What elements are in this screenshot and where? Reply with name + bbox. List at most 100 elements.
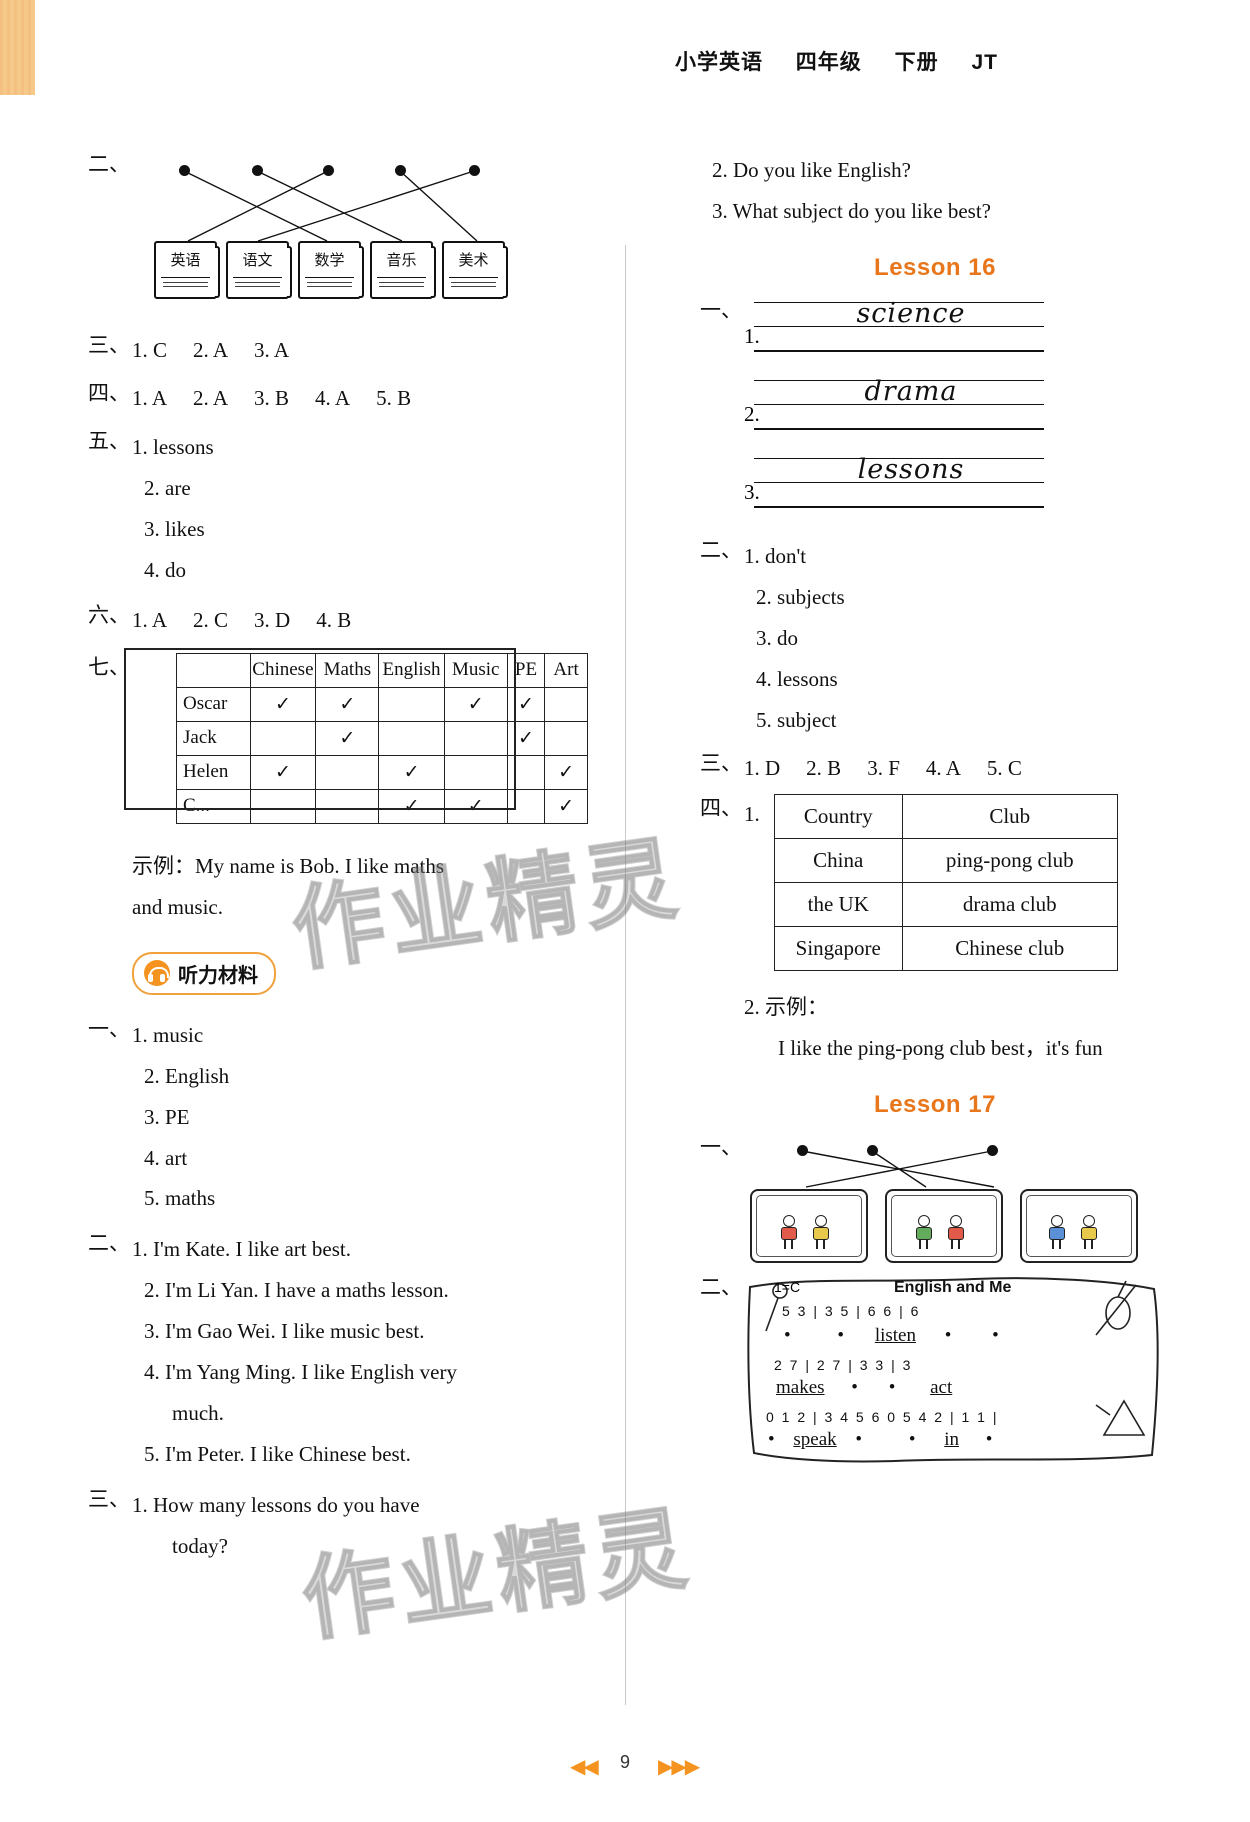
lesson17-ex1-marker: 一、	[700, 1135, 742, 1160]
table-header-cell: Chinese	[249, 652, 317, 688]
table-header-cell	[176, 652, 251, 688]
book-card: 英语	[154, 241, 220, 300]
book-card: 数学	[298, 241, 364, 300]
answer-item: 1. A	[132, 386, 168, 411]
table-row: C... ✓ ✓ ✓	[176, 788, 588, 824]
table-row: Oscar ✓ ✓ ✓ ✓	[176, 686, 588, 722]
table-header-cell: Maths	[315, 652, 380, 688]
listening-material-section: 听力材料	[88, 951, 588, 995]
listening-exercise-1: 一、 1. music 2. English 3. PE 4. art 5. m…	[88, 1015, 588, 1220]
staff-notes-row: 5 3 | 3 5 | 6 6 | 6	[782, 1302, 921, 1319]
table-header-cell: English	[378, 652, 445, 688]
country-club-table: Country Club China ping-pong club the UK…	[773, 794, 1118, 972]
violin-icon	[1095, 1280, 1137, 1336]
answer-item: 3. PE	[144, 1104, 190, 1129]
lyric-dot: •	[888, 1376, 896, 1398]
lyric-dot: •	[855, 1428, 863, 1450]
child-figure	[913, 1214, 935, 1249]
country-cell: Singapore	[773, 926, 903, 972]
picture-card[interactable]	[1020, 1188, 1138, 1263]
table-row: the UK drama club	[773, 882, 1118, 928]
lesson16-exercise-1: 一、 1. science 2. drama 3. lessons	[700, 296, 1170, 530]
exercise-6-answers: 1. A 2. C 3. D 4. B	[132, 601, 377, 641]
row-mark: ✓	[544, 754, 588, 790]
exercise-3-marker: 三、	[88, 333, 130, 358]
answer-item: 3. D	[254, 607, 291, 632]
answer-item: today?	[172, 1533, 228, 1558]
answer-item: 1. don't	[744, 543, 807, 568]
page-header: 小学英语 四年级 下册 JT	[675, 46, 998, 76]
child-figure	[945, 1214, 967, 1249]
book-pages	[377, 277, 426, 291]
lyric-word: speak	[793, 1428, 837, 1450]
lyric-dot: •	[851, 1376, 858, 1398]
match-dot[interactable]	[987, 1144, 998, 1156]
book-label: 音乐	[386, 251, 417, 270]
band-white-area	[35, 0, 1250, 95]
answer-item: 4. A	[315, 386, 351, 411]
staff-notes-row: 0 1 2 | 3 4 5 6 0 5 4 2 | 1 1 |	[766, 1408, 999, 1425]
answer-item: 3. F	[867, 755, 900, 780]
answer-item: 4. I'm Yang Ming. I like English very	[144, 1360, 457, 1385]
exercise-4: 四、 1. A 2. A 3. B 4. A 5. B	[88, 379, 588, 419]
exercise-4-marker: 四、	[88, 381, 130, 406]
handwriting-item: 1. science	[744, 296, 1144, 374]
answer-item: 5. subject	[756, 707, 837, 732]
book-spine	[359, 246, 364, 299]
row-mark	[544, 686, 588, 722]
match-dot[interactable]	[867, 1144, 878, 1156]
lyric-dot: •	[992, 1324, 999, 1346]
answer-item: 1. lessons	[132, 435, 214, 460]
lesson16-ex4-example: 2. 示例： I like the ping-pong club best，it…	[744, 987, 1170, 1069]
table-row: Helen ✓ ✓ ✓	[176, 754, 588, 790]
answer-item: 1. How many lessons do you have	[132, 1493, 420, 1517]
row-mark	[443, 720, 508, 756]
header-grade: 四年级	[795, 51, 862, 74]
row-mark: ✓	[378, 788, 445, 824]
row-mark: ✓	[315, 686, 380, 722]
staff-lyrics-row: • • listen • •	[784, 1325, 999, 1347]
row-mark	[443, 754, 508, 790]
handwritten-word: lessons	[857, 453, 965, 485]
answer-item: 3. What subject do you like best?	[712, 198, 991, 223]
book-label: 英语	[170, 251, 201, 270]
answer-item: 5. maths	[144, 1186, 216, 1211]
listening-exercise-2: 二、 1. I'm Kate. I like art best. 2. I'm …	[88, 1229, 588, 1475]
example-text-line-2: and music.	[132, 894, 223, 919]
exercise-4-answers: 1. A 2. A 3. B 4. A 5. B	[132, 379, 437, 419]
table-row: Singapore Chinese club	[773, 926, 1118, 972]
page-number: 9	[619, 1752, 630, 1772]
book-card: 音乐	[370, 241, 436, 300]
example-text: I like the ping-pong club best，it's fun	[778, 1036, 1103, 1061]
child-figure	[1046, 1214, 1068, 1249]
answer-item: 3. A	[254, 338, 290, 363]
exercise-2-marker: 二、	[88, 152, 130, 176]
answer-item: 1. music	[132, 1022, 204, 1047]
answer-item: 2. A	[193, 386, 229, 411]
song-title: English and Me	[894, 1278, 1012, 1296]
picture-card[interactable]	[750, 1188, 868, 1263]
table-header-cell: Country	[773, 794, 903, 840]
row-mark: ✓	[249, 686, 317, 722]
answer-item: 2. Do you like English?	[712, 158, 911, 182]
lesson16-exercise-3: 三、 1. D 2. B 3. F 4. A 5. C	[700, 749, 1170, 789]
match-dot[interactable]	[797, 1144, 808, 1156]
header-volume: 下册	[894, 51, 939, 74]
exercise-3: 三、 1. C 2. A 3. A	[88, 331, 588, 371]
picture-card[interactable]	[885, 1188, 1003, 1263]
row-mark	[249, 788, 317, 824]
next-page-arrows[interactable]: ▶▶▶	[658, 1754, 700, 1779]
club-cell: ping-pong club	[901, 838, 1118, 884]
row-mark	[506, 754, 546, 790]
answer-item: 4. art	[144, 1145, 188, 1170]
row-mark	[249, 720, 317, 756]
table-row: China ping-pong club	[773, 838, 1118, 884]
answer-item: 3. B	[254, 386, 290, 411]
book-pages	[233, 277, 282, 291]
handwriting-item: 2. drama	[744, 374, 1144, 452]
lesson-17-title: Lesson 17	[874, 1091, 996, 1119]
handwriting-item: 3. lessons	[744, 452, 1144, 530]
headphones-icon	[144, 960, 170, 987]
row-mark	[315, 788, 380, 824]
staff-lyrics-row: makes • • act	[776, 1377, 952, 1399]
